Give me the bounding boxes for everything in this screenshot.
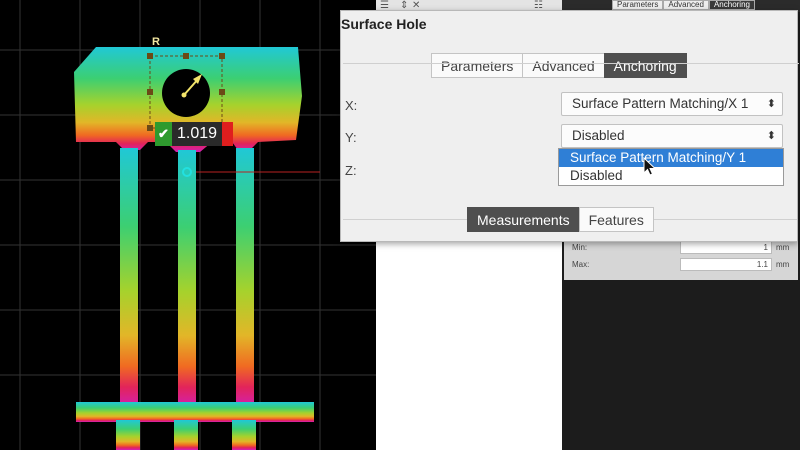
tab-measurements[interactable]: Measurements: [467, 207, 579, 232]
min-unit: mm: [776, 243, 790, 252]
mini-tab-advanced[interactable]: Advanced: [663, 0, 709, 10]
y-anchor-value: Disabled: [572, 128, 625, 143]
pass-check-icon: ✔: [155, 122, 172, 146]
hole-radius-label: R: [152, 36, 160, 48]
y-label: Y:: [345, 130, 357, 145]
measurement-badge[interactable]: ✔ 1.019: [155, 122, 233, 146]
surface-hole-dialog: Surface Hole Parameters Advanced Anchori…: [340, 10, 799, 242]
select-arrows-icon: ⬍: [766, 130, 776, 142]
min-row: Min: 1 mm: [568, 241, 798, 255]
viewport-3d[interactable]: R ✔ 1.019: [0, 0, 376, 450]
x-anchor-value: Surface Pattern Matching/X 1: [572, 96, 749, 111]
dialog-title: Surface Hole: [341, 16, 427, 32]
mini-tab-anchoring[interactable]: Anchoring: [708, 0, 755, 10]
measurement-value: 1.019: [172, 122, 222, 146]
mini-tab-parameters[interactable]: Parameters: [612, 0, 664, 10]
min-input[interactable]: 1: [680, 241, 772, 254]
select-arrows-icon: ⬍: [766, 98, 776, 110]
tab-features[interactable]: Features: [578, 207, 654, 232]
max-input[interactable]: 1.1: [680, 258, 772, 271]
heightmap-canvas: [0, 0, 376, 450]
mini-tab-bar: Parameters Advanced Anchoring: [612, 0, 755, 10]
y-anchor-dropdown: Surface Pattern Matching/Y 1 Disabled: [558, 148, 784, 186]
max-unit: mm: [776, 260, 790, 269]
tolerance-indicator: [222, 122, 233, 146]
max-label: Max:: [572, 260, 590, 269]
dropdown-option-y1[interactable]: Surface Pattern Matching/Y 1: [559, 149, 783, 167]
max-row: Max: 1.1 mm: [568, 258, 798, 272]
y-anchor-select[interactable]: Disabled ⬍: [561, 124, 783, 148]
min-label: Min:: [572, 243, 588, 252]
mouse-cursor-icon: [643, 157, 657, 176]
dropdown-option-disabled[interactable]: Disabled: [559, 167, 783, 185]
bottom-tab-bar: Measurements Features: [467, 207, 654, 232]
z-label: Z:: [345, 163, 357, 178]
x-anchor-select[interactable]: Surface Pattern Matching/X 1 ⬍: [561, 92, 783, 116]
x-label: X:: [345, 98, 358, 113]
